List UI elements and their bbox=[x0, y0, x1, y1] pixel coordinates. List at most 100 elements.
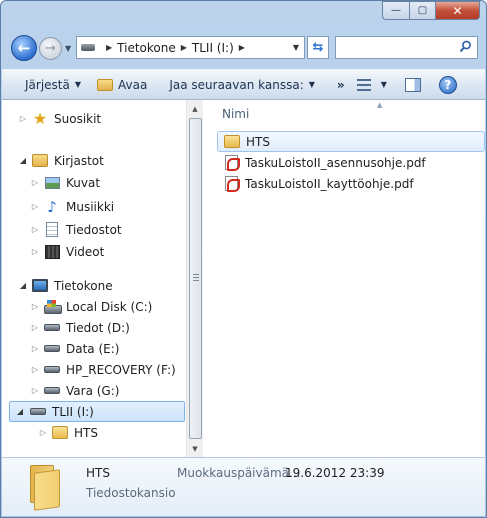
chevron-down-icon: ▼ bbox=[74, 80, 82, 89]
document-icon bbox=[44, 222, 60, 238]
minimize-button[interactable]: — bbox=[382, 1, 409, 20]
tree-label: Tiedot (D:) bbox=[66, 320, 130, 335]
tree-item-drive-d[interactable]: ▷ Tiedot (D:) bbox=[30, 317, 130, 338]
file-list-pane: Nimi ▲ HTS TaskuLoistoII_asennusohje.pdf… bbox=[203, 100, 485, 457]
organize-button[interactable]: Järjestä ▼ bbox=[2, 69, 89, 100]
tree-item-drive-c[interactable]: ▷ Local Disk (C:) bbox=[30, 296, 152, 317]
tree-item-pictures[interactable]: ▷ Kuvat bbox=[30, 172, 100, 193]
scroll-up-icon[interactable]: ▲ bbox=[187, 100, 203, 117]
expand-icon[interactable]: ▷ bbox=[30, 178, 40, 187]
file-row[interactable]: TaskuLoistoII_kayttöohje.pdf bbox=[217, 173, 485, 194]
chevron-right-icon[interactable]: ▶ bbox=[106, 43, 112, 52]
forward-button[interactable]: → bbox=[39, 37, 62, 60]
tree-item-drive-i[interactable]: ◢ TLII (I:) bbox=[9, 401, 185, 422]
computer-icon bbox=[32, 278, 48, 294]
details-modified-value: 19.6.2012 23:39 bbox=[285, 466, 385, 480]
tree-item-documents[interactable]: ▷ Tiedostot bbox=[30, 219, 122, 240]
drive-icon bbox=[44, 383, 60, 399]
libraries-icon bbox=[32, 153, 48, 169]
share-label: Jaa seuraavan kanssa: bbox=[169, 77, 304, 92]
music-icon: ♪ bbox=[47, 197, 57, 216]
refresh-button[interactable]: ⇆ bbox=[307, 36, 329, 59]
expand-icon[interactable]: ▷ bbox=[18, 114, 28, 123]
expand-icon[interactable]: ▷ bbox=[30, 386, 40, 395]
change-view-button[interactable]: ▼ bbox=[353, 69, 395, 100]
address-bar[interactable]: ▶ Tietokone ▶ TLII (I:) ▶ ▼ bbox=[76, 36, 305, 59]
folder-icon bbox=[224, 134, 240, 150]
tree-item-libraries[interactable]: ◢ Kirjastot bbox=[18, 150, 104, 171]
nav-scrollbar[interactable]: ▲ ▼ bbox=[186, 100, 203, 457]
tree-item-computer[interactable]: ◢ Tietokone bbox=[18, 275, 113, 296]
expand-icon[interactable]: ▷ bbox=[38, 428, 48, 437]
tree-label: Tiedostot bbox=[66, 222, 122, 237]
chevron-down-icon[interactable]: ▼ bbox=[293, 43, 299, 52]
pdf-icon bbox=[223, 155, 240, 171]
recent-pages-dropdown[interactable]: ▼ bbox=[65, 44, 71, 53]
tree-label: Vara (G:) bbox=[66, 383, 120, 398]
chevron-right-icon[interactable]: ▶ bbox=[239, 43, 245, 52]
folder-open-icon bbox=[97, 78, 114, 91]
explorer-window: — ▢ ✕ ← → ▼ ▶ Tietokone ▶ TLII (I:) ▶ ▼ … bbox=[0, 0, 487, 518]
tree-item-favorites[interactable]: ▷ ★ Suosikit bbox=[18, 108, 101, 129]
expand-icon[interactable]: ▷ bbox=[30, 365, 40, 374]
sort-ascending-icon: ▲ bbox=[377, 101, 383, 109]
expand-icon[interactable]: ▷ bbox=[30, 302, 40, 311]
views-icon bbox=[356, 78, 371, 91]
tree-item-drive-e[interactable]: ▷ Data (E:) bbox=[30, 338, 120, 359]
system-drive-icon bbox=[44, 299, 62, 315]
tree-item-drive-g[interactable]: ▷ Vara (G:) bbox=[30, 380, 120, 401]
expand-icon[interactable]: ▷ bbox=[30, 344, 40, 353]
breadcrumb-drive[interactable]: TLII (I:) bbox=[192, 41, 234, 55]
drive-icon bbox=[30, 404, 46, 420]
folder-icon bbox=[52, 425, 68, 441]
collapse-icon[interactable]: ◢ bbox=[10, 407, 30, 416]
preview-pane-button[interactable] bbox=[395, 69, 429, 100]
back-button[interactable]: ← bbox=[11, 35, 37, 61]
details-item-type: Tiedostokansio bbox=[86, 486, 176, 500]
collapse-icon[interactable]: ◢ bbox=[18, 156, 28, 165]
drive-icon bbox=[44, 362, 60, 378]
chevron-right-icon[interactable]: ▶ bbox=[181, 43, 187, 52]
breadcrumb-computer[interactable]: Tietokone bbox=[117, 41, 176, 55]
scroll-down-icon[interactable]: ▼ bbox=[187, 440, 203, 457]
file-row[interactable]: TaskuLoistoII_asennusohje.pdf bbox=[217, 152, 485, 173]
share-button[interactable]: Jaa seuraavan kanssa: ▼ bbox=[155, 69, 323, 100]
tree-label: Kirjastot bbox=[54, 153, 104, 168]
tree-item-videos[interactable]: ▷ Videot bbox=[30, 241, 104, 262]
close-button[interactable]: ✕ bbox=[435, 1, 480, 20]
caption-buttons: — ▢ ✕ bbox=[382, 1, 480, 20]
maximize-button[interactable]: ▢ bbox=[409, 1, 435, 20]
refresh-icon: ⇆ bbox=[312, 40, 324, 55]
expand-icon[interactable]: ▷ bbox=[30, 202, 40, 211]
tree-item-music[interactable]: ▷ ♪ Musiikki bbox=[30, 196, 114, 217]
tree-label: Tietokone bbox=[54, 278, 113, 293]
open-button[interactable]: Avaa bbox=[89, 69, 155, 100]
details-pane: HTS Tiedostokansio Muokkauspäivämä... 19… bbox=[2, 457, 485, 516]
details-item-name: HTS bbox=[86, 466, 110, 480]
video-icon bbox=[44, 244, 60, 260]
search-icon bbox=[459, 40, 471, 53]
expand-icon[interactable]: ▷ bbox=[30, 225, 40, 234]
drive-icon bbox=[44, 341, 60, 357]
navigation-pane: ▷ ★ Suosikit ◢ Kirjastot ▷ Kuvat ▷ ♪ Mus… bbox=[2, 100, 203, 457]
drive-icon bbox=[81, 44, 95, 51]
scroll-thumb[interactable] bbox=[189, 118, 202, 439]
search-input[interactable] bbox=[335, 36, 478, 59]
tree-item-hts-folder[interactable]: ▷ HTS bbox=[38, 422, 98, 443]
tree-label: Kuvat bbox=[66, 175, 101, 190]
column-header-name[interactable]: Nimi ▲ bbox=[203, 100, 485, 128]
expand-icon[interactable]: ▷ bbox=[30, 247, 40, 256]
collapse-icon[interactable]: ◢ bbox=[18, 281, 28, 290]
more-commands-button[interactable]: » bbox=[323, 69, 353, 100]
details-modified-label: Muokkauspäivämä... bbox=[177, 466, 301, 480]
file-row[interactable]: HTS bbox=[217, 131, 485, 152]
help-button[interactable]: ? bbox=[429, 69, 465, 100]
expand-icon[interactable]: ▷ bbox=[30, 323, 40, 332]
folder-icon bbox=[28, 463, 62, 511]
tree-label: Data (E:) bbox=[66, 341, 120, 356]
tree-item-drive-f[interactable]: ▷ HP_RECOVERY (F:) bbox=[30, 359, 176, 380]
star-icon: ★ bbox=[32, 108, 48, 128]
tree-label: Musiikki bbox=[66, 199, 115, 214]
tree-label: Videot bbox=[66, 244, 105, 259]
pdf-icon bbox=[223, 176, 240, 192]
